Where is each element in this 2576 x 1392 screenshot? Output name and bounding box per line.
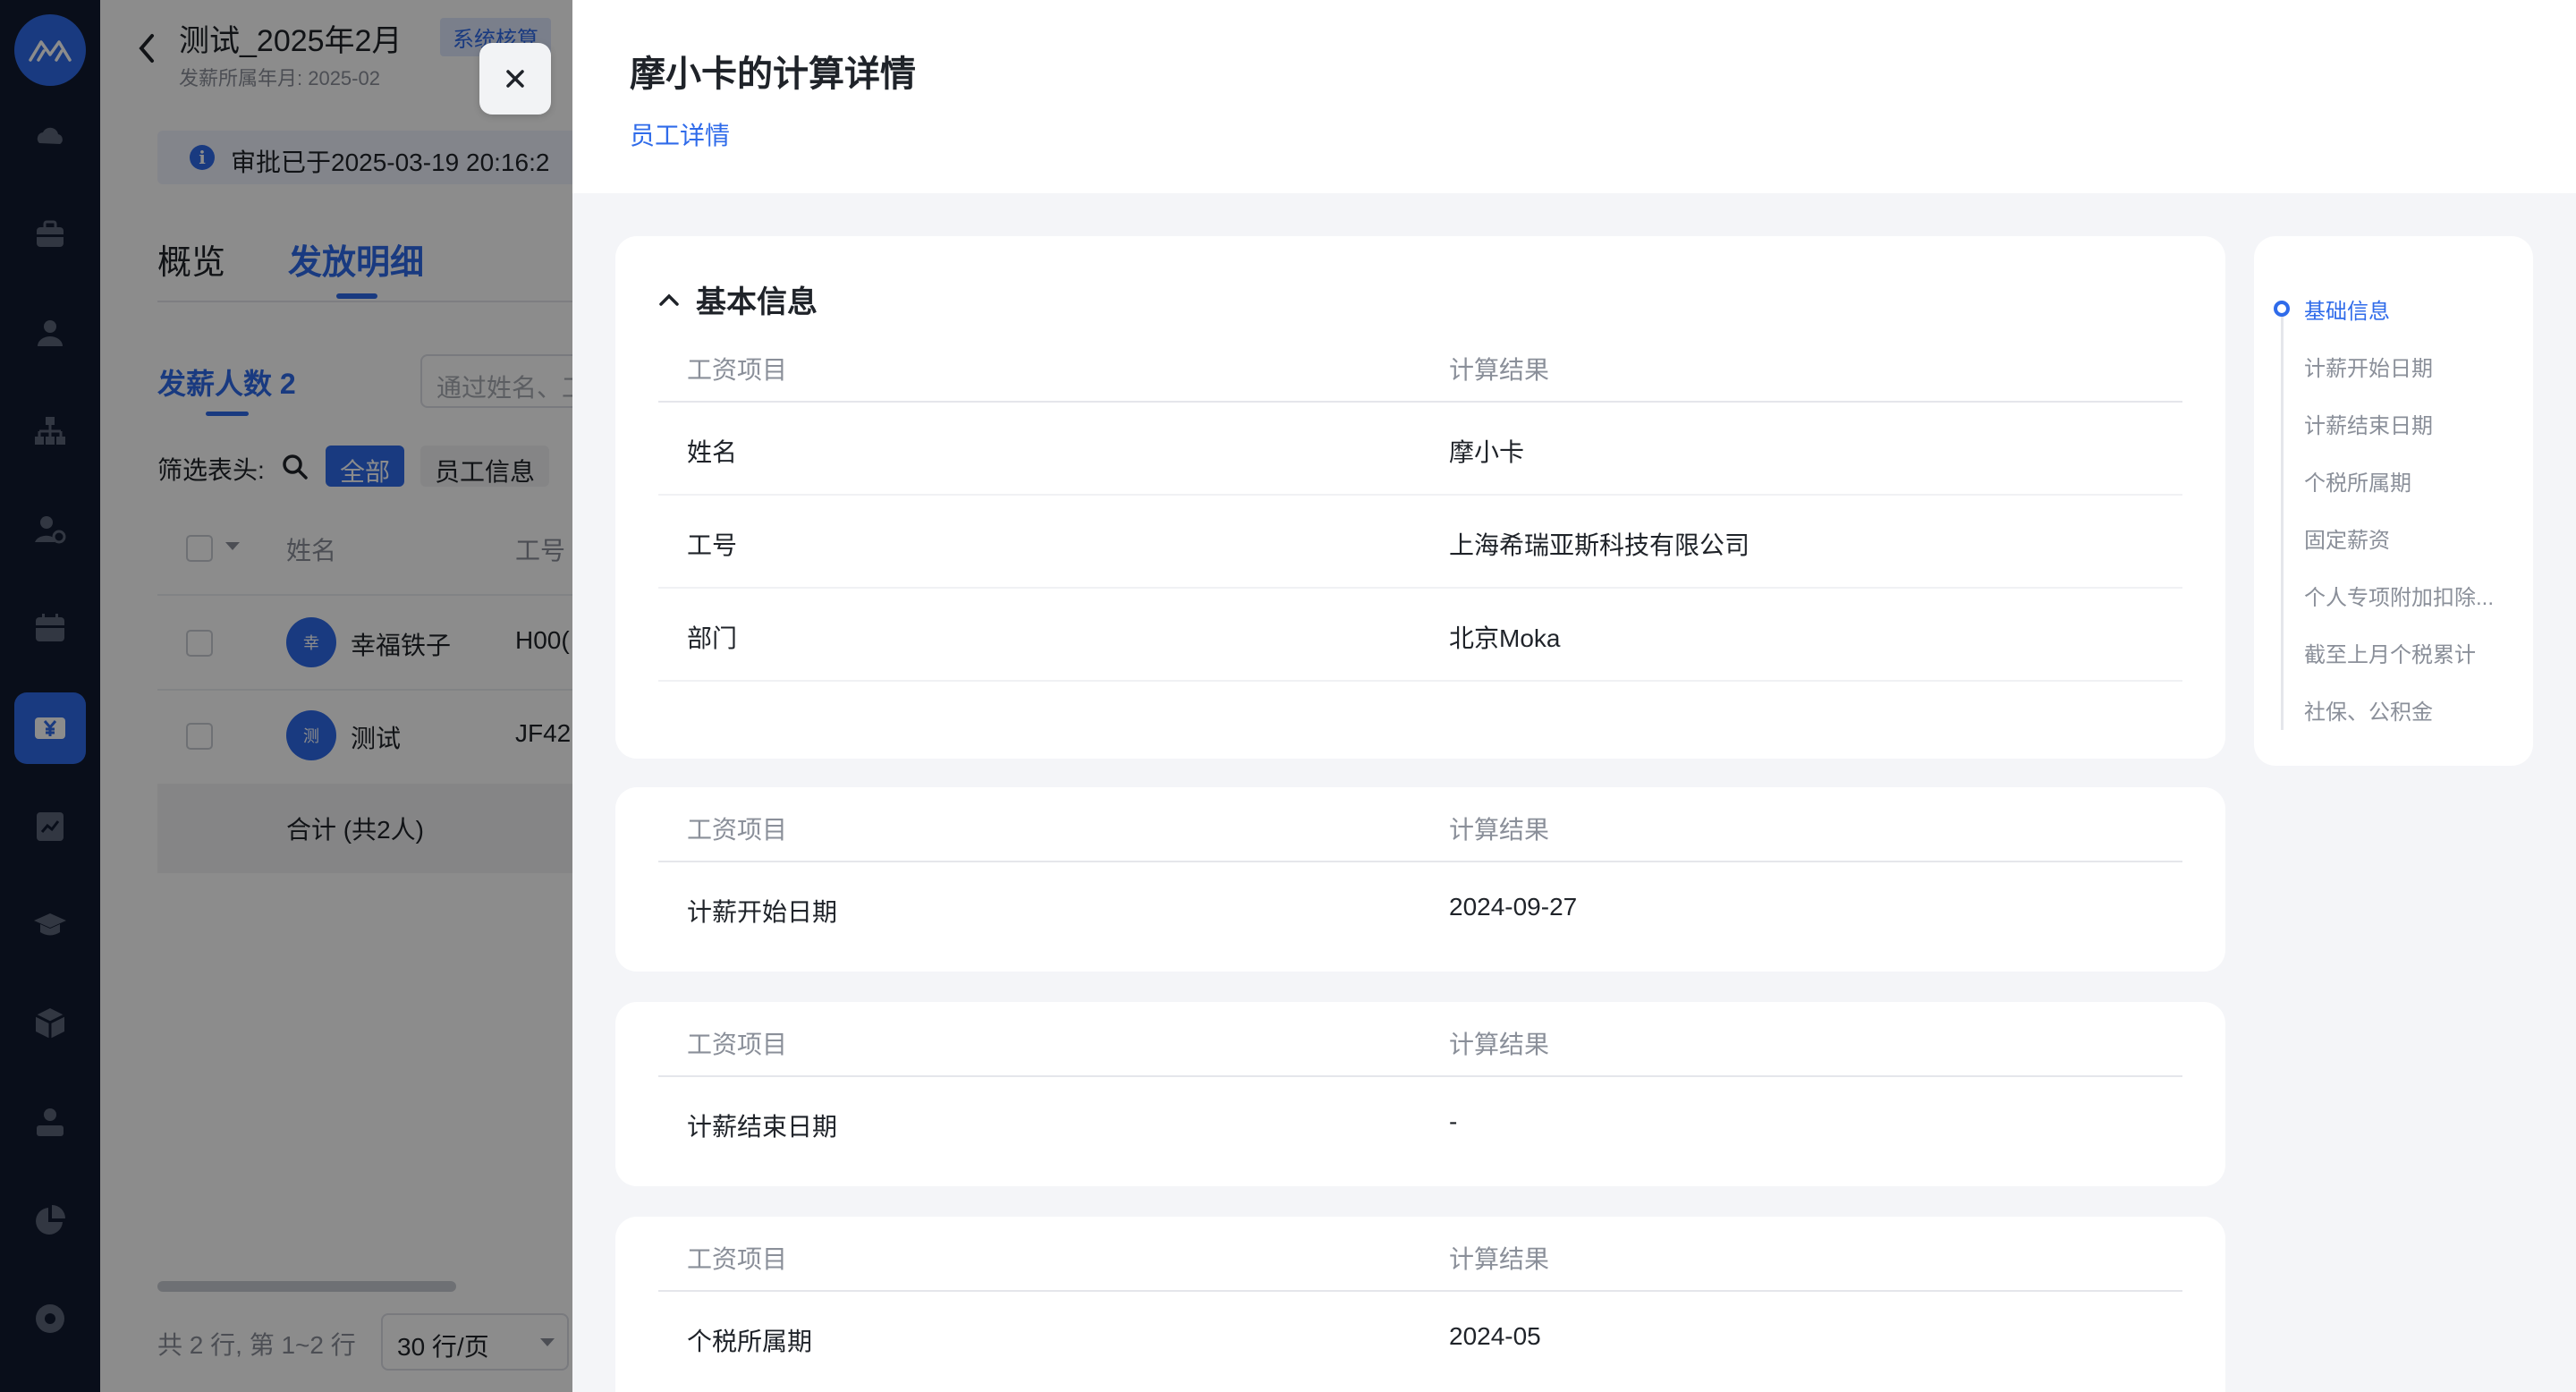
close-button[interactable]: [479, 43, 551, 115]
column-header-item: 工资项目: [687, 1245, 788, 1273]
table-row: 工号 上海希瑞亚斯科技有限公司: [658, 496, 2182, 589]
start-date-card: 工资项目 计算结果 计薪开始日期 2024-09-27: [615, 787, 2225, 972]
close-icon: [506, 70, 524, 88]
drawer-title: 摩小卡的计算详情: [630, 55, 916, 94]
table-row: 计薪开始日期 2024-09-27: [658, 862, 2182, 955]
section-title: 基本信息: [696, 285, 818, 319]
anchor-cumulative-tax[interactable]: 截至上月个税累计: [2304, 637, 2476, 668]
anchor-active-dot: [2274, 301, 2290, 317]
row-item: 计薪开始日期: [687, 898, 838, 926]
column-header-item: 工资项目: [687, 816, 788, 844]
column-header-item: 工资项目: [687, 1031, 788, 1058]
anchor-social-insurance[interactable]: 社保、公积金: [2304, 694, 2433, 726]
column-header-result: 计算结果: [1449, 1245, 1550, 1273]
row-value: 2024-09-27: [1449, 893, 1578, 921]
drawer-header: 摩小卡的计算详情 员工详情: [572, 0, 2576, 193]
row-item: 姓名: [687, 438, 738, 466]
anchor-start-date[interactable]: 计薪开始日期: [2304, 351, 2433, 382]
anchor-basic-info[interactable]: 基础信息: [2304, 293, 2390, 325]
row-value: 2024-05: [1449, 1322, 1541, 1350]
tax-period-card: 工资项目 计算结果 个税所属期 2024-05: [615, 1217, 2225, 1392]
table-row: 姓名 摩小卡: [658, 403, 2182, 496]
basic-info-toggle[interactable]: 基本信息: [658, 277, 818, 321]
section-anchor-nav: 基础信息 计薪开始日期 计薪结束日期 个税所属期 固定薪资 个人专项附加扣除..…: [2254, 236, 2533, 766]
column-header-result: 计算结果: [1449, 1031, 1550, 1058]
anchor-tax-period[interactable]: 个税所属期: [2304, 465, 2411, 497]
row-value: 摩小卡: [1449, 438, 1525, 466]
table-header: 工资项目 计算结果: [658, 1217, 2182, 1292]
row-item: 个税所属期: [687, 1328, 813, 1355]
table-header: 工资项目 计算结果: [658, 327, 2182, 403]
row-value: -: [1449, 1108, 1458, 1135]
table-header: 工资项目 计算结果: [658, 1002, 2182, 1077]
column-header-item: 工资项目: [687, 356, 788, 384]
chevron-up-icon: [659, 293, 679, 306]
anchor-end-date[interactable]: 计薪结束日期: [2304, 408, 2433, 439]
table-row: 计薪结束日期 -: [658, 1077, 2182, 1170]
anchor-track: [2281, 310, 2284, 730]
row-value: 上海希瑞亚斯科技有限公司: [1449, 531, 1750, 559]
calculation-detail-drawer: 摩小卡的计算详情 员工详情 基本信息 工资项目 计算结果 姓名 摩小卡 工号 上…: [572, 0, 2576, 1392]
table-header: 工资项目 计算结果: [658, 787, 2182, 862]
row-item: 工号: [687, 531, 738, 559]
employee-detail-link[interactable]: 员工详情: [630, 116, 730, 152]
anchor-fixed-salary[interactable]: 固定薪资: [2304, 522, 2390, 554]
row-item: 计薪结束日期: [687, 1113, 838, 1141]
end-date-card: 工资项目 计算结果 计薪结束日期 -: [615, 1002, 2225, 1186]
column-header-result: 计算结果: [1449, 816, 1550, 844]
table-row: 部门 北京Moka: [658, 589, 2182, 682]
anchor-special-deduction[interactable]: 个人专项附加扣除...: [2304, 580, 2494, 611]
basic-info-card: 基本信息 工资项目 计算结果 姓名 摩小卡 工号 上海希瑞亚斯科技有限公司 部门…: [615, 236, 2225, 759]
row-value: 北京Moka: [1449, 624, 1561, 652]
table-row: 个税所属期 2024-05: [658, 1292, 2182, 1385]
column-header-result: 计算结果: [1449, 356, 1550, 384]
row-item: 部门: [687, 624, 738, 652]
